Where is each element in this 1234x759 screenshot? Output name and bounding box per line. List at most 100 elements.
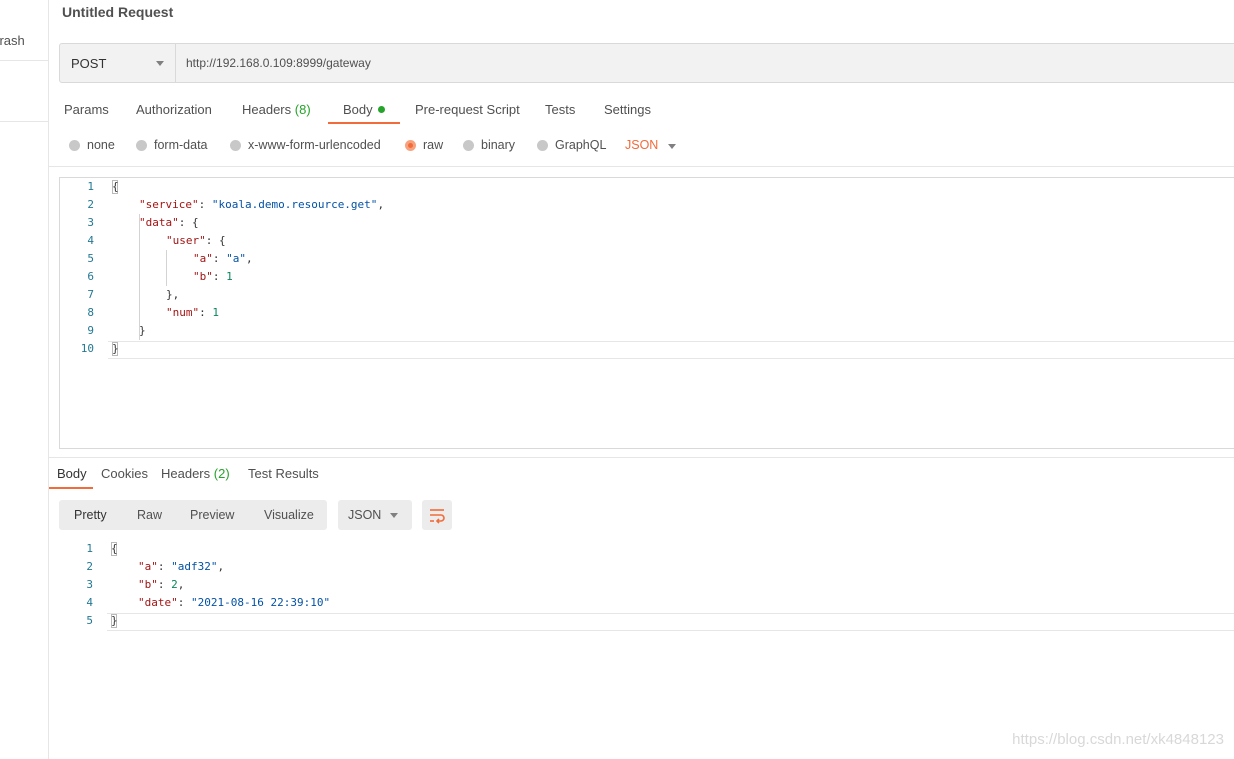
json-comma: ,: [217, 560, 225, 573]
radio-urlencoded[interactable]: [230, 140, 241, 151]
json-colon: :: [212, 252, 227, 265]
active-tab-indicator: [49, 487, 93, 489]
code-line: {: [112, 180, 119, 193]
json-key: "date": [138, 596, 178, 609]
view-raw-button[interactable]: Raw: [137, 508, 162, 522]
radio-raw-label: raw: [423, 138, 444, 152]
json-key: "a": [138, 560, 158, 573]
current-line-highlight: [107, 613, 1234, 631]
request-title[interactable]: Untitled Request: [62, 4, 173, 20]
view-visualize-button[interactable]: Visualize: [264, 508, 314, 522]
current-line-highlight: [108, 341, 1234, 359]
tab-headers-label: Headers: [242, 102, 292, 117]
line-number: 2: [86, 560, 93, 573]
line-number: 4: [87, 234, 94, 247]
response-headers-count-badge: (2): [213, 466, 230, 481]
radio-none[interactable]: [69, 140, 80, 151]
radio-raw[interactable]: [405, 140, 416, 151]
json-key: "b": [138, 578, 158, 591]
tab-tests[interactable]: Tests: [545, 102, 575, 117]
json-colon: :: [157, 560, 172, 573]
json-key: "service": [139, 198, 199, 211]
tab-headers[interactable]: Headers (8): [242, 102, 311, 117]
url-input[interactable]: http://192.168.0.109:8999/gateway: [186, 56, 371, 70]
chevron-down-icon: [156, 61, 164, 66]
code-line: {: [111, 542, 118, 555]
json-key: "num": [166, 306, 200, 319]
radio-binary-label: binary: [481, 138, 516, 152]
code-line: "user": {: [166, 232, 226, 250]
json-comma: ,: [377, 198, 385, 211]
tab-prerequest-script[interactable]: Pre-request Script: [415, 102, 520, 117]
response-tabs: Body Cookies Headers (2) Test Results: [49, 462, 1234, 490]
json-string: "adf32": [171, 560, 218, 573]
radio-urlencoded-label: x-www-form-urlencoded: [248, 138, 381, 152]
line-number: 8: [87, 306, 94, 319]
json-colon: :: [157, 578, 172, 591]
response-divider: [49, 457, 1234, 458]
raw-format-select[interactable]: JSON: [625, 138, 658, 152]
json-colon: :: [212, 270, 227, 283]
json-comma: ,: [177, 578, 185, 591]
divider: [49, 166, 1234, 167]
line-number: 2: [87, 198, 94, 211]
json-string: "koala.demo.resource.get": [211, 198, 378, 211]
view-pretty-button[interactable]: Pretty: [74, 508, 107, 522]
line-number: 5: [87, 252, 94, 265]
code-line: "b": 1: [193, 268, 233, 286]
tab-params[interactable]: Params: [64, 102, 109, 117]
method-select[interactable]: POST: [60, 44, 176, 82]
sidebar: s Trash: [0, 0, 49, 759]
watermark: https://blog.csdn.net/xk4848123: [1012, 731, 1224, 748]
code-line: "num": 1: [166, 304, 219, 322]
response-tab-headers[interactable]: Headers (2): [161, 466, 230, 481]
tab-settings[interactable]: Settings: [604, 102, 651, 117]
sidebar-item-trash[interactable]: Trash: [0, 33, 25, 48]
line-number: 7: [87, 288, 94, 301]
response-tab-body[interactable]: Body: [57, 466, 87, 481]
tab-authorization[interactable]: Authorization: [136, 102, 212, 117]
wrap-lines-icon: [430, 509, 445, 524]
chevron-down-icon: [390, 513, 398, 518]
response-format-select[interactable]: JSON: [338, 500, 412, 530]
request-body-editor[interactable]: 1 2 3 4 5 6 7 8 9 10 { "service": "koala…: [59, 177, 1234, 449]
radio-none-label: none: [87, 138, 115, 152]
code-line: "date": "2021-08-16 22:39:10": [138, 594, 330, 612]
response-body-viewer[interactable]: 1 2 3 4 5 { "a": "adf32", "b": 2, "date"…: [59, 540, 1234, 640]
request-tabs: Params Authorization Headers (8) Body Pr…: [49, 98, 1234, 126]
json-key: "b": [193, 270, 213, 283]
json-key: "user": [166, 234, 206, 247]
radio-form-data-label: form-data: [154, 138, 208, 152]
json-key: "data": [139, 216, 179, 229]
json-number: 2: [171, 578, 178, 591]
line-number: 6: [87, 270, 94, 283]
line-number: 1: [87, 180, 94, 193]
indent-guide: [166, 250, 167, 286]
chevron-down-icon[interactable]: [668, 144, 676, 149]
json-key: "a": [193, 252, 213, 265]
headers-count-badge: (8): [294, 102, 311, 117]
response-tab-test-results[interactable]: Test Results: [248, 466, 319, 481]
radio-binary[interactable]: [463, 140, 474, 151]
line-number: 10: [80, 342, 94, 355]
response-tab-headers-label: Headers: [161, 466, 211, 481]
json-comma: ,: [246, 252, 253, 265]
view-preview-button[interactable]: Preview: [190, 508, 234, 522]
line-number: 3: [86, 578, 93, 591]
line-number: 3: [87, 216, 94, 229]
code-line: "b": 2,: [138, 576, 184, 594]
code-line: "service": "koala.demo.resource.get",: [139, 196, 384, 214]
sidebar-divider: [0, 121, 48, 122]
tab-body[interactable]: Body: [343, 102, 385, 117]
code-line: "data": {: [139, 214, 199, 232]
response-tab-cookies[interactable]: Cookies: [101, 466, 148, 481]
body-indicator-dot: [377, 106, 385, 114]
radio-graphql[interactable]: [537, 140, 548, 151]
line-number: 5: [86, 614, 93, 627]
wrap-lines-button[interactable]: [422, 500, 452, 530]
method-label: POST: [71, 56, 107, 71]
line-number: 1: [86, 542, 93, 555]
json-punct: : {: [205, 234, 226, 247]
line-number: 4: [86, 596, 93, 609]
radio-form-data[interactable]: [136, 140, 147, 151]
